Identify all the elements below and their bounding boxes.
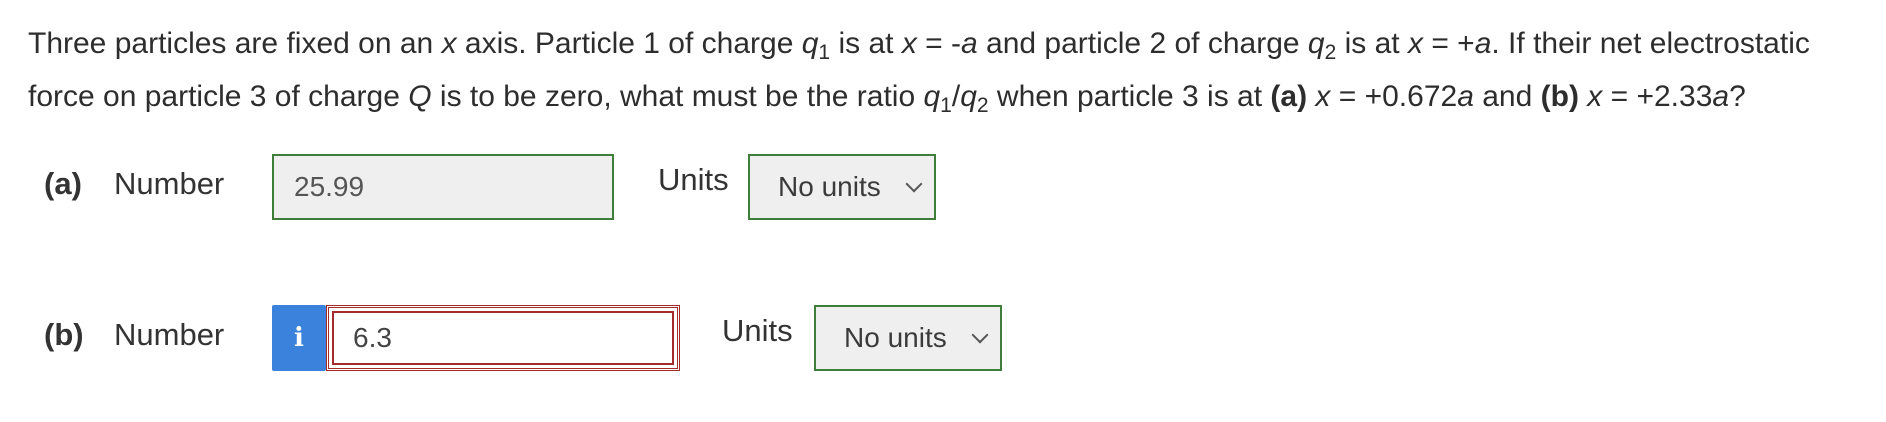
- number-input-a[interactable]: 25.99: [272, 154, 614, 220]
- question-fragment: = +0.672: [1330, 80, 1458, 113]
- number-label-a: Number: [114, 166, 225, 201]
- units-select-b[interactable]: No units: [814, 305, 1002, 371]
- question-fragment: Three particles are fixed on an: [28, 27, 442, 60]
- question-fragment: = -: [916, 27, 961, 60]
- question-fragment: /: [951, 80, 961, 113]
- question-fragment: ?: [1729, 80, 1746, 113]
- variable-x: x: [1587, 80, 1603, 113]
- number-input-a-value: 25.99: [294, 171, 365, 202]
- question-fragment: when particle 3 is at: [988, 80, 1271, 113]
- question-fragment: = +: [1422, 27, 1475, 60]
- answer-row-a: (a) Number 25.99 Units No units: [0, 154, 1886, 220]
- variable-a: a: [1712, 80, 1730, 113]
- info-icon: i: [294, 323, 304, 353]
- number-label-b: Number: [114, 317, 225, 352]
- variable-Q: Q: [408, 80, 432, 113]
- question-fragment: and particle 2 of charge: [977, 27, 1308, 60]
- units-select-a[interactable]: No units: [748, 154, 936, 220]
- variable-a: a: [961, 27, 978, 60]
- info-button[interactable]: i: [272, 305, 326, 371]
- subscript: 1: [818, 41, 831, 64]
- variable-a: a: [1474, 27, 1492, 60]
- question-fragment: axis. Particle 1 of charge: [456, 27, 802, 60]
- question-fragment: is at: [1336, 27, 1408, 60]
- variable-q1: q: [801, 27, 819, 60]
- chevron-down-icon: [905, 175, 923, 193]
- variable-a: a: [1457, 80, 1474, 113]
- subscript: 1: [940, 94, 952, 117]
- variable-x: x: [1407, 27, 1423, 60]
- subscript: 2: [976, 94, 989, 117]
- part-a-marker: (a): [1270, 80, 1308, 113]
- question-fragment: is to be zero, what must be the ratio: [431, 80, 924, 113]
- number-input-b-value: 6.3: [353, 322, 392, 353]
- part-b-marker: (b): [1540, 80, 1579, 113]
- variable-x: x: [1315, 80, 1331, 113]
- units-label-a: Units: [658, 162, 729, 197]
- variable-q1: q: [923, 80, 941, 113]
- question-text: Three particles are fixed on an x axis. …: [28, 22, 1868, 128]
- units-label-b: Units: [722, 313, 793, 348]
- question-fragment: and: [1473, 80, 1541, 113]
- number-input-b[interactable]: 6.3: [326, 305, 680, 371]
- variable-x: x: [901, 27, 917, 60]
- chevron-down-icon: [971, 326, 989, 344]
- units-select-a-value: No units: [778, 171, 881, 202]
- question-fragment: is at: [830, 27, 902, 60]
- part-label-b: (b): [44, 317, 84, 352]
- subscript: 2: [1324, 41, 1337, 64]
- variable-x: x: [441, 27, 457, 60]
- answer-row-b: (b) Number i 6.3 Units No units: [0, 305, 1886, 371]
- variable-q2: q: [1307, 27, 1325, 60]
- question-fragment: = +2.33: [1602, 80, 1713, 113]
- units-select-b-value: No units: [844, 322, 947, 353]
- part-label-a: (a): [44, 166, 82, 201]
- variable-q2: q: [960, 80, 977, 113]
